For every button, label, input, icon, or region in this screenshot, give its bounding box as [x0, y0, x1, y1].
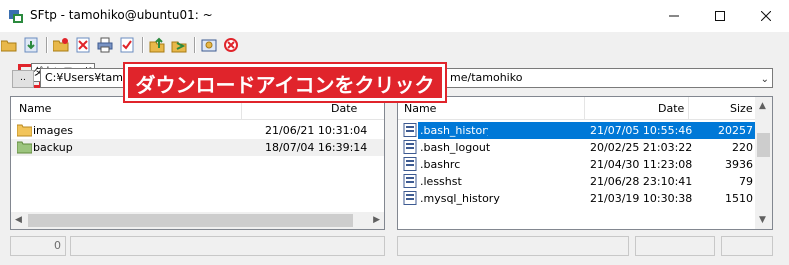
file-date: 21/04/30 11:23:08	[590, 158, 693, 171]
file-icon	[403, 140, 417, 154]
upload-icon	[149, 37, 165, 53]
status-left-count: 0	[10, 236, 66, 256]
list-item[interactable]: .lesshst 21/06/28 23:10:41 79	[398, 173, 755, 190]
list-item[interactable]: .bashrc 21/04/30 11:23:08 3936	[398, 156, 755, 173]
list-item[interactable]: .mysql_history 21/03/19 10:30:38 1510	[398, 190, 755, 207]
open-folder-icon	[1, 40, 17, 52]
scroll-up-icon[interactable]: ▲	[759, 101, 766, 111]
scroll-down-icon[interactable]: ▼	[759, 215, 766, 225]
checklist-button[interactable]	[118, 36, 136, 54]
print-icon	[97, 37, 113, 53]
file-name: .lesshst	[420, 175, 462, 188]
minimize-icon	[669, 15, 679, 17]
column-divider[interactable]	[688, 97, 689, 119]
list-item[interactable]: images 21/06/21 10:31:04	[11, 122, 384, 139]
remote-path-field[interactable]: me/tamohiko ⌄	[397, 68, 773, 88]
maximize-icon	[715, 11, 725, 21]
file-name: .bashrc	[420, 158, 461, 171]
new-folder-button[interactable]	[52, 36, 70, 54]
file-date: 21/03/19 10:30:38	[590, 192, 693, 205]
remote-path-text: me/tamohiko	[450, 71, 523, 84]
file-name: .bash_logout	[420, 141, 491, 154]
chevron-down-icon[interactable]: ⌄	[761, 71, 769, 87]
file-icon	[403, 157, 417, 171]
status-right-panel-3	[721, 236, 773, 256]
stop-button[interactable]	[222, 36, 240, 54]
minimize-button[interactable]	[651, 0, 697, 32]
file-date: 21/06/28 23:10:41	[590, 175, 693, 188]
status-right-panel-2	[635, 236, 715, 256]
print-button[interactable]	[96, 36, 114, 54]
list-item-selected[interactable]: .bash_history 21/07/05 10:55:46 20257	[398, 121, 755, 140]
delete-icon	[76, 37, 90, 53]
file-icon	[403, 123, 417, 137]
scrollbar-thumb[interactable]	[757, 133, 770, 157]
scrollbar-thumb[interactable]	[28, 214, 353, 227]
file-size: 3936	[725, 158, 753, 171]
file-name: .mysql_history	[420, 192, 500, 205]
toolbar-separator	[46, 37, 48, 53]
file-name: images	[33, 124, 73, 137]
download-button[interactable]	[22, 36, 40, 54]
close-icon	[761, 11, 771, 21]
open-folder-button[interactable]	[0, 36, 18, 54]
title-bar: SFtp - tamohiko@ubuntu01: ~	[0, 0, 789, 32]
file-name: .bash_history	[416, 121, 497, 140]
column-header-size[interactable]: Size	[730, 102, 753, 115]
file-date: 18/07/04 16:39:14	[265, 141, 368, 154]
maximize-button[interactable]	[697, 0, 743, 32]
column-header-name[interactable]: Name	[19, 102, 51, 115]
list-item[interactable]: backup 18/07/04 16:39:14	[11, 139, 384, 156]
checklist-icon	[120, 37, 134, 53]
parent-directory-button[interactable]: ..	[12, 70, 34, 88]
status-left-panel	[70, 236, 385, 256]
file-date: 20/02/25 21:03:22	[590, 141, 693, 154]
scroll-right-icon[interactable]: ▶	[373, 215, 380, 225]
remote-list-header: Name Date Size	[398, 97, 755, 120]
file-size: 220	[732, 141, 753, 154]
file-icon	[403, 174, 417, 188]
file-size: 1510	[725, 192, 753, 205]
toolbar-separator	[194, 37, 196, 53]
delete-button[interactable]	[74, 36, 92, 54]
app-icon	[9, 10, 23, 23]
column-divider[interactable]	[584, 97, 585, 119]
status-right-panel	[397, 236, 629, 256]
file-name: backup	[33, 141, 73, 154]
stop-icon	[224, 38, 238, 52]
upload-button[interactable]	[148, 36, 166, 54]
vertical-scrollbar[interactable]: ▲ ▼	[755, 97, 772, 229]
file-size: 79	[739, 175, 753, 188]
window-title: SFtp - tamohiko@ubuntu01: ~	[30, 8, 213, 22]
horizontal-scrollbar[interactable]: ◀ ▶	[11, 212, 384, 229]
settings-icon	[201, 39, 217, 52]
remote-file-list[interactable]: Name Date Size .bash_history 21/07/05 10…	[397, 96, 773, 230]
file-size: 20257	[718, 124, 753, 137]
scroll-left-icon[interactable]: ◀	[15, 215, 22, 225]
folder-icon	[17, 141, 32, 154]
column-header-date[interactable]: Date	[658, 102, 684, 115]
local-file-list[interactable]: Name Date images 21/06/21 10:31:04 backu…	[10, 96, 385, 230]
new-folder-icon	[53, 38, 69, 52]
file-icon	[403, 191, 417, 205]
annotation-callout: ダウンロードアイコンをクリック	[125, 64, 445, 101]
close-button[interactable]	[743, 0, 789, 32]
toolbar	[0, 32, 789, 88]
file-date: 21/06/21 10:31:04	[265, 124, 368, 137]
download-icon	[24, 37, 38, 53]
download-arrow-icon	[171, 41, 187, 53]
download-arrow-button[interactable]	[170, 36, 188, 54]
list-item[interactable]: .bash_logout 20/02/25 21:03:22 220	[398, 139, 755, 156]
toolbar-separator	[142, 37, 144, 53]
folder-icon	[17, 124, 32, 137]
status-count: 0	[54, 239, 61, 252]
file-date: 21/07/05 10:55:46	[590, 124, 693, 137]
settings-button[interactable]	[200, 36, 218, 54]
